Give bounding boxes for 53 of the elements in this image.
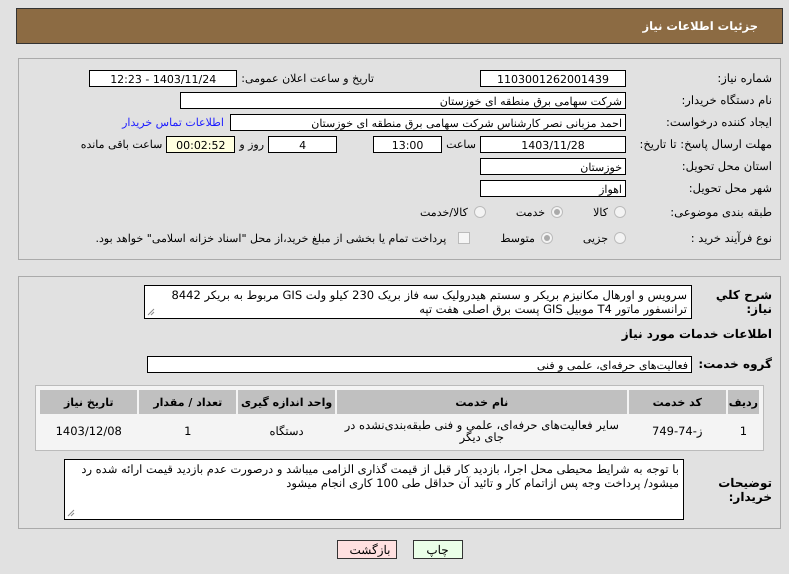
page-title: جزئیات اطلاعات نیاز	[642, 19, 758, 33]
field-label: ساعت باقی مانده	[80, 138, 162, 150]
column-header: واحد اندازه گیری	[238, 390, 335, 414]
field-label: نوع فرآیند خرید :	[690, 231, 773, 245]
field-label: مهلت ارسال پاسخ: تا تاریخ:	[638, 136, 773, 153]
field-label: استان محل تحویل:	[680, 159, 773, 173]
radio-button[interactable]	[614, 232, 626, 244]
option-label: کالا/خدمت	[420, 206, 468, 218]
deadline-date-field: 1403/11/28	[480, 136, 626, 152]
option-label: متوسط	[500, 232, 535, 244]
need-number-field: 1103001262001439	[480, 70, 626, 86]
announce-date-field: 1403/11/24 - 12:23	[89, 70, 238, 86]
back-button[interactable]: بازگشت	[336, 540, 396, 559]
option-label: جزیی	[582, 232, 608, 244]
checkbox[interactable]	[458, 232, 470, 244]
buyer-field: شرکت سهامی برق منطقه ای خوزستان	[180, 92, 626, 108]
radio-button[interactable]	[540, 232, 553, 244]
field-label: شهر محل تحویل:	[688, 181, 773, 195]
option-label: خدمت	[516, 206, 546, 218]
deadline-time-field: 13:00	[373, 136, 442, 152]
section-title: اطلاعات خدمات مورد نیاز	[620, 327, 773, 341]
column-header: کد خدمت	[628, 390, 726, 414]
contact-link[interactable]: اطلاعات تماس خریدار	[122, 116, 224, 128]
field-label: توضیحات خریدار:	[717, 476, 773, 504]
city-field: اهواز	[480, 180, 626, 196]
resize-grip-icon[interactable]	[67, 509, 75, 517]
field-label: تاریخ و ساعت اعلان عمومی:	[241, 72, 374, 84]
creator-field: احمد مزبانی نصر کارشناس شرکت سهامی برق منطقه ای خوزستان	[230, 114, 626, 130]
service-group-field: فعالیت‌های حرفه‌ای، علمی و فنی	[147, 356, 692, 372]
radio-button[interactable]	[614, 206, 626, 218]
notes-text: با توجه به شرایط محیطی محل اجرا، بازدید کار قبل از قیمت گذاری الزامی میباشد و درصورت عدم بازدید قیمت ارائه شده رد میشود/ پرداخت وجه پس ازاتمام کار و تائید آن حداقل طی 100 کاری انجام میشود	[81, 462, 679, 490]
remaining-time-field: 00:02:52	[166, 136, 236, 152]
radio-button[interactable]	[551, 206, 564, 218]
resize-grip-icon[interactable]	[147, 308, 155, 316]
province-field: خوزستان	[480, 158, 626, 174]
column-header: نام خدمت	[336, 390, 627, 414]
field-label: گروه خدمت:	[697, 357, 773, 371]
field-label: ساعت	[446, 138, 476, 150]
print-button[interactable]: چاپ	[412, 540, 462, 559]
field-label: نام دستگاه خریدار:	[680, 93, 773, 107]
description-text: سرویس و اورهال مکانیزم بریکر و سستم هیدرولیک سه فاز بریک 230 کیلو ولت GIS مربوط به بریکر 8442 ترانسفور ماتور T4 موبیل GIS پست برق اصلی هفت تپه	[172, 288, 687, 316]
checkbox-label: پرداخت تمام یا بخشی از مبلغ خرید،از محل "اسناد خزانه اسلامی" خواهد بود.	[96, 232, 446, 244]
column-header: تعداد / مقدار	[139, 390, 236, 414]
days-field: 4	[268, 136, 338, 152]
field-label: شرح کلي نياز:	[714, 288, 773, 316]
field-label: طبقه بندی موضوعی:	[669, 205, 773, 219]
radio-button[interactable]	[474, 206, 486, 218]
column-header: ردیف	[728, 390, 759, 414]
field-label: ایجاد کننده درخواست:	[665, 115, 773, 129]
option-label: کالا	[593, 206, 608, 218]
field-label: روز و	[239, 138, 264, 150]
field-label: شماره نیاز:	[716, 71, 773, 85]
column-header: تاریخ نیاز	[40, 390, 138, 414]
